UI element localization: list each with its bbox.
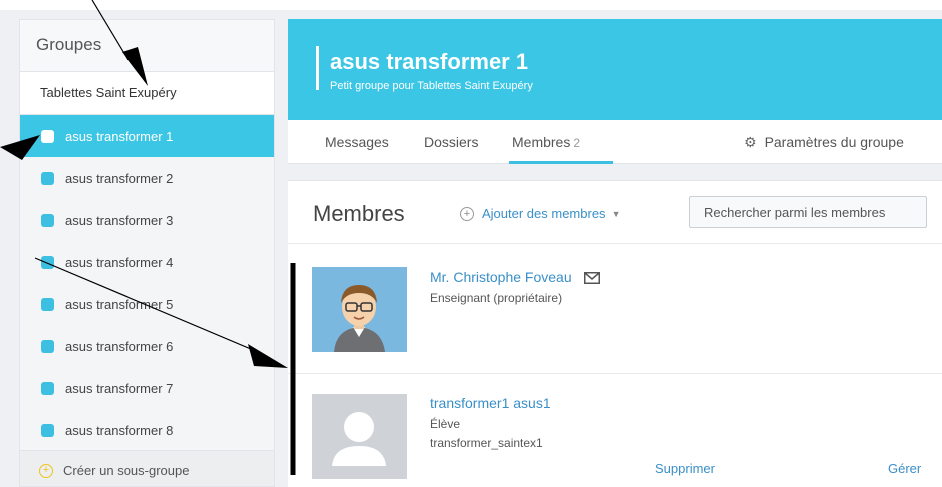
sidebar-item-asus-transformer-7[interactable]: asus transformer 7 — [20, 367, 274, 409]
group-color-dot — [41, 381, 54, 395]
member-role: Élève — [430, 417, 461, 431]
chevron-down-icon: ▼ — [611, 208, 621, 219]
member-name-link[interactable]: transformer1 asus1 — [430, 395, 551, 411]
member-name-link[interactable]: Mr. Christophe Foveau — [430, 269, 600, 287]
member-search-input[interactable] — [689, 196, 927, 228]
member-role: Enseignant (propriétaire) — [430, 291, 563, 305]
gear-icon: ⚙ — [744, 134, 757, 150]
group-color-dot — [41, 423, 54, 437]
add-members-button[interactable]: + Ajouter des membres ▼ — [460, 206, 620, 221]
member-name: Mr. Christophe Foveau — [430, 269, 572, 285]
group-header: asus transformer 1 Petit groupe pour Tab… — [288, 19, 942, 120]
sidebar-item-asus-transformer-2[interactable]: asus transformer 2 — [20, 157, 274, 199]
active-tab-indicator — [509, 161, 613, 164]
sidebar-item-asus-transformer-8[interactable]: asus transformer 8 — [20, 409, 274, 451]
default-avatar[interactable] — [312, 394, 407, 479]
group-color-dot — [41, 297, 54, 311]
members-title: Membres — [313, 201, 405, 226]
group-color-dot — [41, 255, 54, 269]
create-subgroup-label: Créer un sous-groupe — [63, 463, 190, 478]
tab-folders[interactable]: Dossiers — [424, 134, 478, 150]
banner-accent-bar — [316, 46, 319, 90]
parent-group-link[interactable]: Tablettes Saint Exupéry — [20, 72, 274, 115]
remove-member-link[interactable]: Supprimer — [655, 461, 715, 476]
manage-member-link[interactable]: Gérer — [888, 461, 921, 476]
group-settings-link[interactable]: ⚙ Paramètres du groupe — [744, 134, 904, 151]
sidebar-item-asus-transformer-4[interactable]: asus transformer 4 — [20, 241, 274, 283]
group-color-dot — [41, 213, 54, 227]
add-members-label: Ajouter des membres — [482, 206, 606, 221]
sidebar-item-asus-transformer-3[interactable]: asus transformer 3 — [20, 199, 274, 241]
member-row: Mr. Christophe Foveau Enseignant (propri… — [288, 245, 942, 374]
sidebar-item-label: asus transformer 5 — [65, 296, 174, 312]
members-count: 2 — [573, 136, 581, 150]
member-login: transformer_saintex1 — [430, 436, 543, 450]
group-tabs: Messages Dossiers Membres 2 ⚙ Paramètres d… — [288, 120, 942, 164]
sidebar-item-label: asus transformer 6 — [65, 338, 174, 354]
members-header: Membres + Ajouter des membres ▼ — [288, 181, 942, 244]
mail-icon[interactable] — [583, 271, 600, 287]
sidebar-item-label: asus transformer 4 — [65, 254, 174, 270]
sidebar-title: Groupes — [20, 20, 274, 72]
group-color-dot — [41, 339, 54, 353]
group-color-dot — [41, 171, 54, 185]
tab-members[interactable]: Membres 2 — [512, 134, 580, 150]
tab-members-label: Membres — [512, 134, 571, 150]
groups-sidebar: Groupes Tablettes Saint Exupéry asus tra… — [19, 19, 275, 487]
sidebar-item-asus-transformer-1[interactable]: asus transformer 1 — [20, 115, 274, 157]
member-row: transformer1 asus1 Élève transformer_sai… — [288, 375, 942, 487]
tab-messages[interactable]: Messages — [325, 134, 389, 150]
group-color-dot — [41, 129, 54, 143]
group-title: asus transformer 1 — [330, 49, 529, 74]
plus-circle-icon: + — [460, 206, 474, 221]
sidebar-item-label: asus transformer 3 — [65, 212, 174, 228]
sidebar-item-label: asus transformer 2 — [65, 170, 174, 186]
sidebar-item-asus-transformer-5[interactable]: asus transformer 5 — [20, 283, 274, 325]
members-panel: Membres + Ajouter des membres ▼ Mr. — [288, 180, 942, 487]
sidebar-item-label: asus transformer 7 — [65, 380, 174, 396]
sidebar-item-label: asus transformer 8 — [65, 422, 174, 438]
teacher-avatar[interactable] — [312, 267, 407, 352]
sidebar-item-asus-transformer-6[interactable]: asus transformer 6 — [20, 325, 274, 367]
plus-circle-icon: + — [39, 463, 53, 478]
create-subgroup-button[interactable]: + Créer un sous-groupe — [20, 450, 274, 486]
group-subtitle: Petit groupe pour Tablettes Saint Exupér… — [330, 80, 533, 92]
group-settings-label: Paramètres du groupe — [764, 134, 904, 150]
sidebar-item-label: asus transformer 1 — [65, 128, 174, 144]
